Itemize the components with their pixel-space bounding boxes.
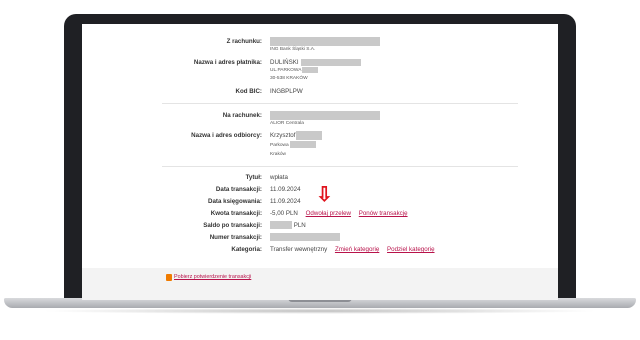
change-category-link[interactable]: Zmień kategorię <box>335 246 379 253</box>
balance-label: Saldo po transakcji: <box>203 222 262 229</box>
amount-value-wrap: -5,00 PLN Odwołaj przelew Ponów transakc… <box>270 208 408 220</box>
booking-label: Data księgowania: <box>208 198 262 205</box>
number-label: Numer transakcji: <box>209 234 262 241</box>
laptop-shadow <box>40 308 600 314</box>
balance-row: Saldo po transakcji: PLN <box>82 220 558 232</box>
redacted-recipient-street <box>289 141 316 149</box>
title-label: Tytuł: <box>245 174 262 181</box>
booking-value: 11.09.2024 <box>270 198 301 205</box>
number-value <box>270 232 340 244</box>
recipient-line-3: Kraków <box>270 152 286 157</box>
title-value: wpłata <box>270 174 288 181</box>
from-bank-name: ING Bank Śląski S.A. <box>270 47 316 52</box>
repeat-transaction-link[interactable]: Ponów transakcję <box>359 210 408 217</box>
title-row: Tytuł: wpłata <box>82 172 558 184</box>
cancel-transfer-link[interactable]: Odwołaj przelew <box>306 210 351 217</box>
payer-line-3-row: 30-538 KRAKÓW <box>82 73 558 85</box>
down-arrow-icon: ⇩ <box>316 184 333 206</box>
pdf-file-icon <box>166 274 172 281</box>
category-label: Kategoria: <box>231 246 262 253</box>
to-bank-name: ALIOR Centrala <box>270 121 304 126</box>
bic-value: INGBPLPW <box>270 88 303 95</box>
split-category-link[interactable]: Podziel kategorię <box>387 246 434 253</box>
category-value-wrap: Transfer wewnętrzny Zmień kategorię Podz… <box>270 244 435 256</box>
from-bank-row: ING Bank Śląski S.A. <box>82 44 558 56</box>
amount-row: Kwota transakcji: -5,00 PLN Odwołaj prze… <box>82 208 558 220</box>
to-bank-row: ALIOR Centrala <box>82 118 558 130</box>
redacted-balance <box>270 221 292 230</box>
footer-bar <box>82 268 558 300</box>
laptop-screen: Z rachunku: ING Bank Śląski S.A. Nazwa i… <box>82 24 558 300</box>
redacted-transaction-number <box>270 233 340 242</box>
amount-label: Kwota transakcji: <box>210 210 262 217</box>
balance-value: PLN <box>270 220 306 232</box>
payer-line-3: 30-538 KRAKÓW <box>270 76 308 81</box>
bic-row: Kod BIC: INGBPLPW <box>82 86 558 98</box>
bic-label: Kod BIC: <box>235 88 262 95</box>
date-value: 11.09.2024 <box>270 186 301 193</box>
amount-value: -5,00 PLN <box>270 210 298 217</box>
download-confirmation-link[interactable]: Pobierz potwierdzenie transakcji <box>174 274 251 280</box>
category-value: Transfer wewnętrzny <box>270 246 328 253</box>
redacted-payer-street <box>302 66 319 73</box>
date-label: Data transakcji: <box>215 186 262 193</box>
redacted-recipient-surname <box>296 130 323 140</box>
number-row: Numer transakcji: <box>82 232 558 244</box>
category-row: Kategoria: Transfer wewnętrzny Zmień kat… <box>82 244 558 256</box>
section-divider <box>162 166 518 167</box>
section-divider <box>162 103 518 104</box>
recipient-line-3-row: Kraków <box>82 149 558 161</box>
